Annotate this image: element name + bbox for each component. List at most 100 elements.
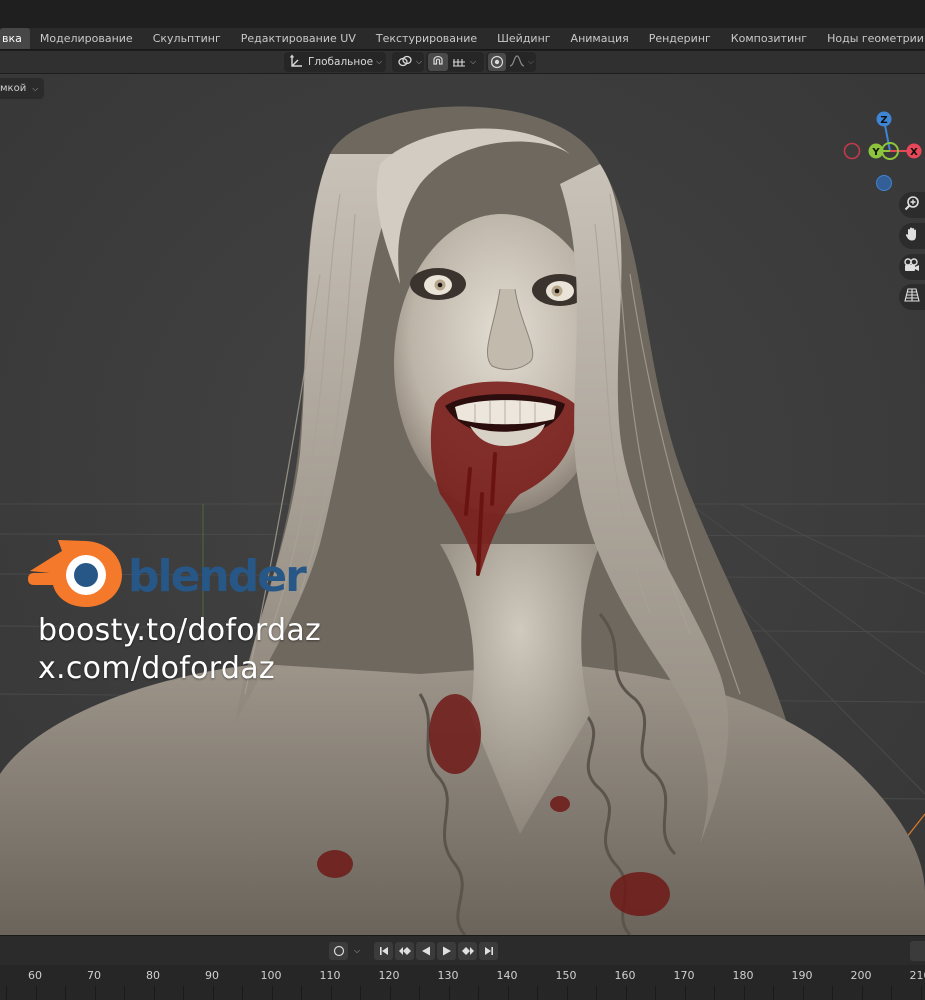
snap-magnet-icon[interactable] xyxy=(428,53,448,71)
perspective-toggle-button[interactable] xyxy=(899,284,925,310)
frame-tick xyxy=(65,986,66,1000)
zoom-icon xyxy=(904,195,920,215)
watermark-x-link: x.com/dofordaz xyxy=(38,651,275,686)
next-keyframe-icon[interactable] xyxy=(458,942,477,960)
frame-number: 120 xyxy=(378,969,400,982)
character-render xyxy=(0,106,925,935)
frame-number: 100 xyxy=(260,969,282,982)
tab-workspace-1[interactable]: Моделирование xyxy=(30,28,143,49)
frame-tick xyxy=(360,986,361,1000)
frame-tick xyxy=(6,986,7,1000)
prev-keyframe-icon[interactable] xyxy=(395,942,414,960)
pivot-link-icon xyxy=(397,54,413,71)
gizmo-x-axis[interactable]: X xyxy=(906,143,922,159)
frame-number: 200 xyxy=(850,969,872,982)
hand-pan-icon xyxy=(904,226,920,246)
frame-tick xyxy=(154,986,155,1000)
frame-tick xyxy=(272,986,273,1000)
watermark-boosty-link: boosty.to/dofordaz xyxy=(38,613,322,648)
chevron-down-icon: ⌵ xyxy=(32,83,39,93)
pan-button[interactable] xyxy=(899,223,925,249)
gizmo-y-label: Y xyxy=(871,147,880,158)
frame-tick xyxy=(390,986,391,1000)
camera-view-button[interactable] xyxy=(899,254,925,280)
timeline-frame-ruler[interactable]: 60 70 80 90 100 110 120 130 140 150 160 170 180 190 20… xyxy=(0,965,925,1000)
tab-workspace-5[interactable]: Шейдинг xyxy=(487,28,560,49)
frame-tick xyxy=(449,986,450,1000)
tab-workspace-6[interactable]: Анимация xyxy=(561,28,639,49)
keyframe-dot-icon[interactable] xyxy=(329,942,348,960)
tab-workspace-9[interactable]: Ноды геометрии xyxy=(817,28,925,49)
frame-tick xyxy=(832,986,833,1000)
perspective-grid-icon xyxy=(904,287,920,307)
frame-number: 190 xyxy=(791,969,813,982)
transform-orientation-icon xyxy=(289,54,305,71)
tab-workspace-8[interactable]: Композитинг xyxy=(721,28,817,49)
frame-tick xyxy=(714,986,715,1000)
frame-number: 130 xyxy=(437,969,459,982)
tab-workspace-0[interactable]: вка xyxy=(0,28,30,49)
frame-tick xyxy=(36,986,37,1000)
frame-field[interactable] xyxy=(910,941,925,961)
tab-workspace-3[interactable]: Редактирование UV xyxy=(231,28,366,49)
proportional-editing-icon[interactable] xyxy=(488,53,506,71)
playback-controls xyxy=(374,941,498,961)
frame-tick xyxy=(596,986,597,1000)
frame-number: 70 xyxy=(87,969,101,982)
mode-label: мкой xyxy=(0,83,27,94)
pivot-point-dropdown[interactable]: ⌵ xyxy=(392,52,424,72)
frame-tick xyxy=(478,986,479,1000)
frame-tick xyxy=(655,986,656,1000)
frame-tick xyxy=(744,986,745,1000)
workspace-tabs: вка Моделирование Скульптинг Редактирование… xyxy=(0,28,925,50)
chevron-down-icon: ⌵ xyxy=(376,57,383,66)
chevron-down-icon[interactable]: ⌵ xyxy=(528,57,534,67)
frame-tick xyxy=(803,986,804,1000)
frame-number: 160 xyxy=(614,969,636,982)
frame-tick xyxy=(242,986,243,1000)
frame-tick xyxy=(685,986,686,1000)
orientation-label: Глобальное xyxy=(308,56,374,68)
chevron-down-icon[interactable]: ⌵ xyxy=(350,946,364,956)
frame-number: 210 xyxy=(909,969,925,982)
snap-group: ⌵ xyxy=(426,52,484,72)
navigation-gizmo[interactable]: Z Y X xyxy=(838,104,925,196)
frame-tick xyxy=(921,986,922,1000)
falloff-curve-icon[interactable] xyxy=(509,54,525,71)
title-bar xyxy=(0,0,925,28)
frame-number: 180 xyxy=(732,969,754,982)
frame-number: 150 xyxy=(555,969,577,982)
frame-number: 110 xyxy=(319,969,341,982)
chevron-down-icon[interactable]: ⌵ xyxy=(470,57,476,67)
tab-workspace-4[interactable]: Текстурирование xyxy=(366,28,487,49)
frame-tick xyxy=(183,986,184,1000)
zoom-button[interactable] xyxy=(899,192,925,218)
chevron-down-icon: ⌵ xyxy=(416,57,423,66)
keying-group: ⌵ xyxy=(329,941,364,961)
frame-tick xyxy=(537,986,538,1000)
frame-tick xyxy=(213,986,214,1000)
frame-tick xyxy=(301,986,302,1000)
gizmo-x-label: X xyxy=(910,147,918,158)
3d-viewport[interactable] xyxy=(0,74,925,935)
frame-number: 90 xyxy=(205,969,219,982)
frame-number: 60 xyxy=(28,969,42,982)
transform-orientation-dropdown[interactable]: Глобальное ⌵ xyxy=(284,52,386,72)
blender-logo: blender xyxy=(28,540,309,607)
interaction-mode-dropdown[interactable]: мкой ⌵ xyxy=(0,78,45,99)
snap-grid-icon[interactable] xyxy=(451,54,467,71)
gizmo-z-axis[interactable]: Z xyxy=(876,111,892,127)
frame-number: 80 xyxy=(146,969,160,982)
frame-tick xyxy=(626,986,627,1000)
jump-start-icon[interactable] xyxy=(374,942,393,960)
play-icon[interactable] xyxy=(437,942,456,960)
tab-workspace-2[interactable]: Скульптинг xyxy=(143,28,231,49)
frame-tick xyxy=(891,986,892,1000)
jump-end-icon[interactable] xyxy=(479,942,498,960)
play-reverse-icon[interactable] xyxy=(416,942,435,960)
frame-tick xyxy=(124,986,125,1000)
frame-number: 140 xyxy=(496,969,518,982)
tab-workspace-7[interactable]: Рендеринг xyxy=(639,28,721,49)
gizmo-y-axis[interactable]: Y xyxy=(868,143,884,159)
frame-tick xyxy=(567,986,568,1000)
